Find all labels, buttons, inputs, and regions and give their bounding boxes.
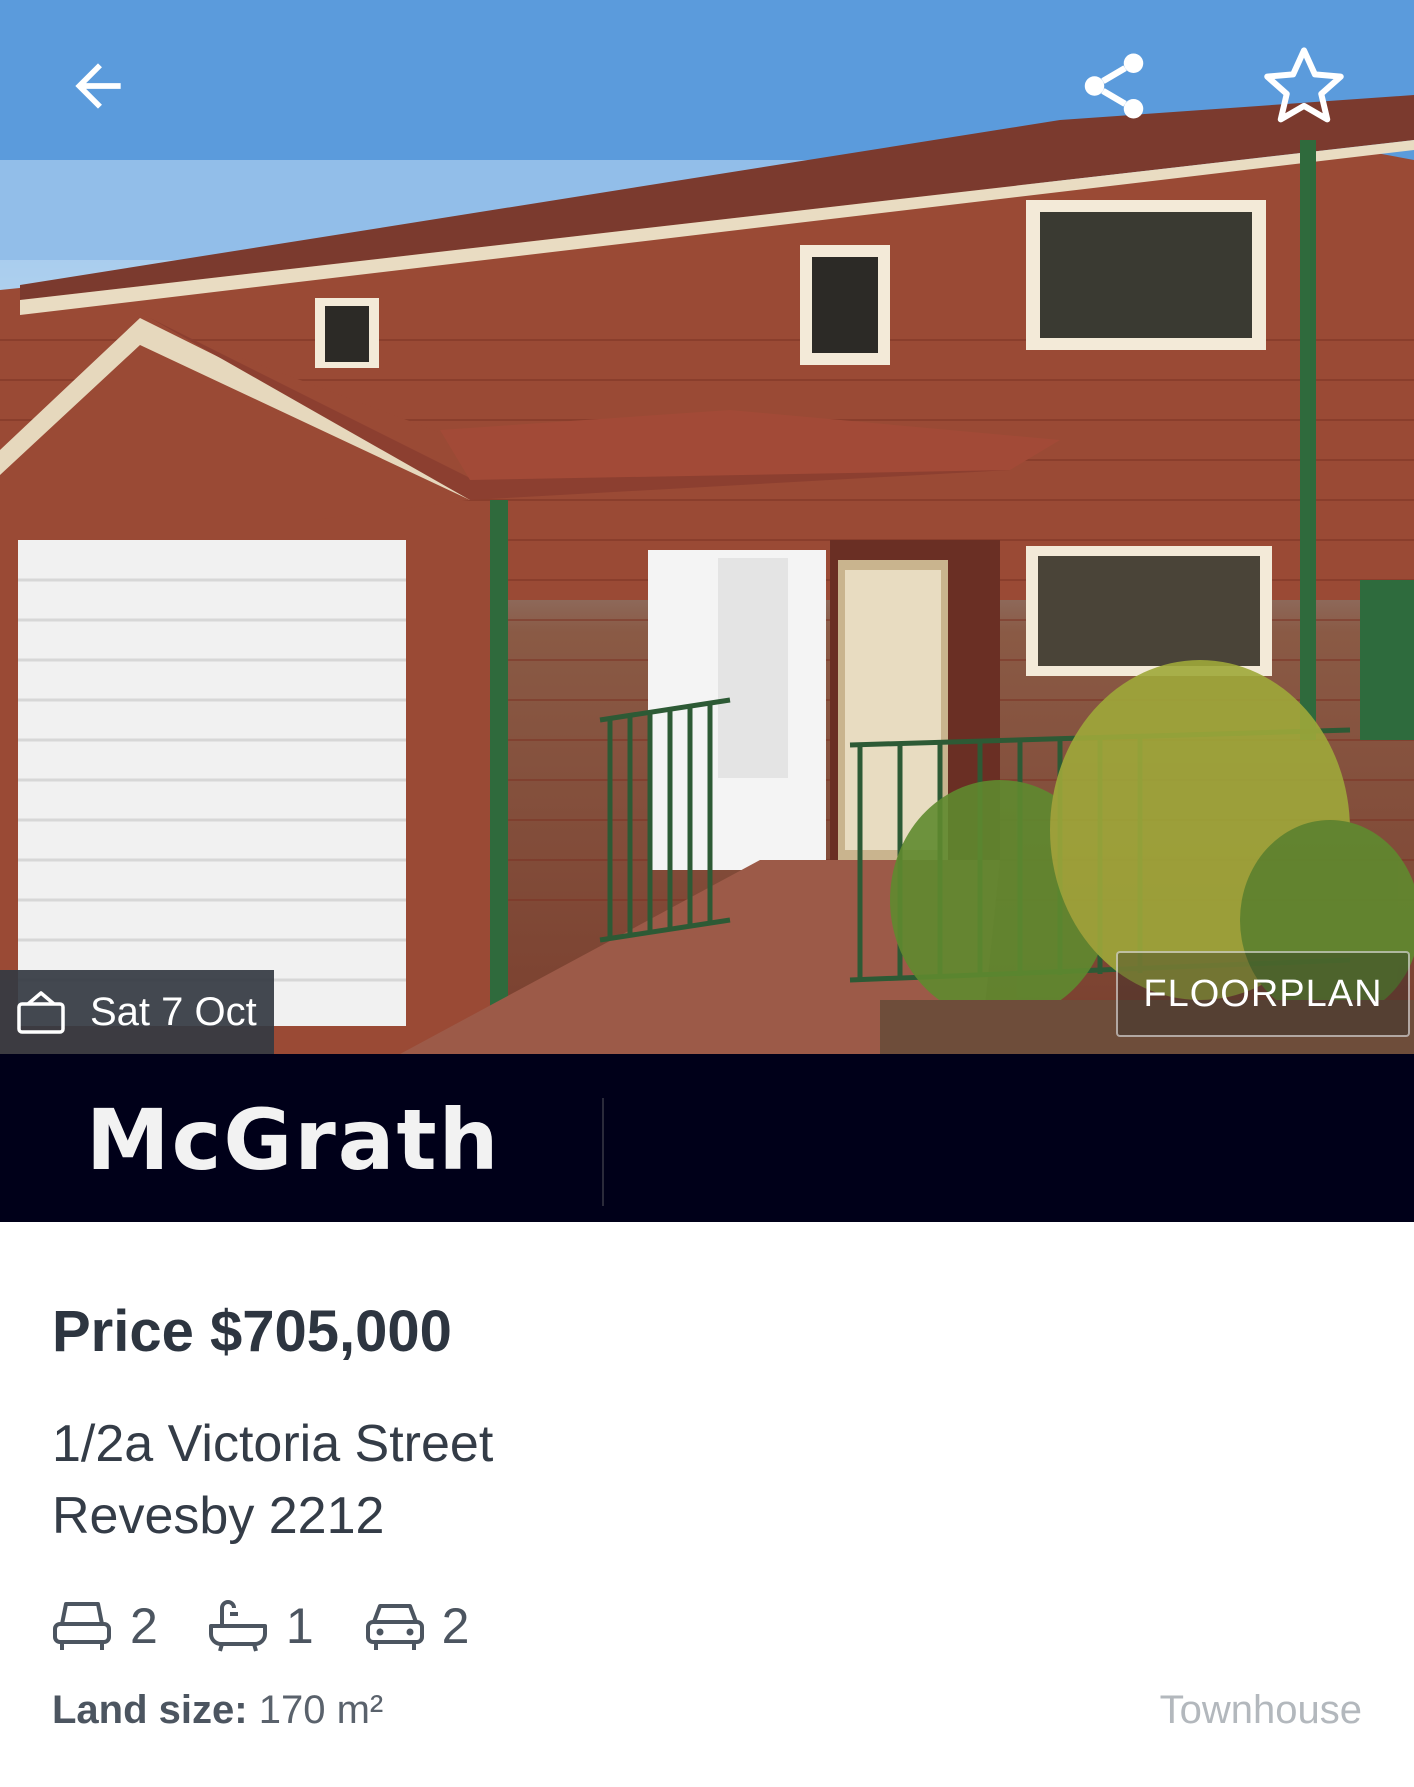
bathrooms-count: 1 xyxy=(285,1598,314,1654)
floorplan-button[interactable]: FLOORPLAN xyxy=(1116,951,1410,1037)
agency-banner[interactable]: McGrath xyxy=(0,1054,1414,1222)
bath-icon xyxy=(208,1595,270,1657)
address-suburb: Revesby 2212 xyxy=(52,1487,385,1545)
property-photo[interactable]: Sat 7 Oct FLOORPLAN xyxy=(0,0,1414,1054)
property-type: Townhouse xyxy=(1159,1688,1362,1732)
address-street: 1/2a Victoria Street xyxy=(52,1415,494,1473)
agency-logo: McGrath xyxy=(86,1091,501,1189)
arrow-left-icon xyxy=(75,63,121,109)
open-house-icon xyxy=(16,984,72,1040)
car-icon xyxy=(364,1595,426,1657)
inspection-badge: Sat 7 Oct xyxy=(0,970,274,1054)
favourite-button[interactable] xyxy=(1256,38,1352,134)
carspaces-feature: 2 xyxy=(364,1595,470,1657)
listing-price: Price $705,000 xyxy=(52,1299,452,1364)
inspection-date: Sat 7 Oct xyxy=(90,989,257,1034)
listing-address: 1/2a Victoria Street Revesby 2212 xyxy=(52,1408,493,1552)
land-size-value: 170 m² xyxy=(258,1688,384,1732)
land-size-label: Land size: xyxy=(52,1688,248,1732)
share-button[interactable] xyxy=(1066,38,1162,134)
bedrooms-count: 2 xyxy=(130,1598,158,1654)
bathrooms-feature: 1 xyxy=(208,1595,314,1657)
carspaces-count: 2 xyxy=(441,1598,470,1654)
bed-icon xyxy=(52,1595,114,1657)
bedrooms-feature: 2 xyxy=(52,1595,158,1657)
house-photo xyxy=(0,0,1414,1054)
back-button[interactable] xyxy=(50,38,146,134)
share-icon xyxy=(1084,53,1144,119)
land-size: Land size: 170 m² xyxy=(52,1688,383,1733)
star-outline-icon xyxy=(1264,47,1344,123)
banner-divider xyxy=(602,1098,604,1206)
property-features: 2 1 2 xyxy=(52,1594,519,1658)
